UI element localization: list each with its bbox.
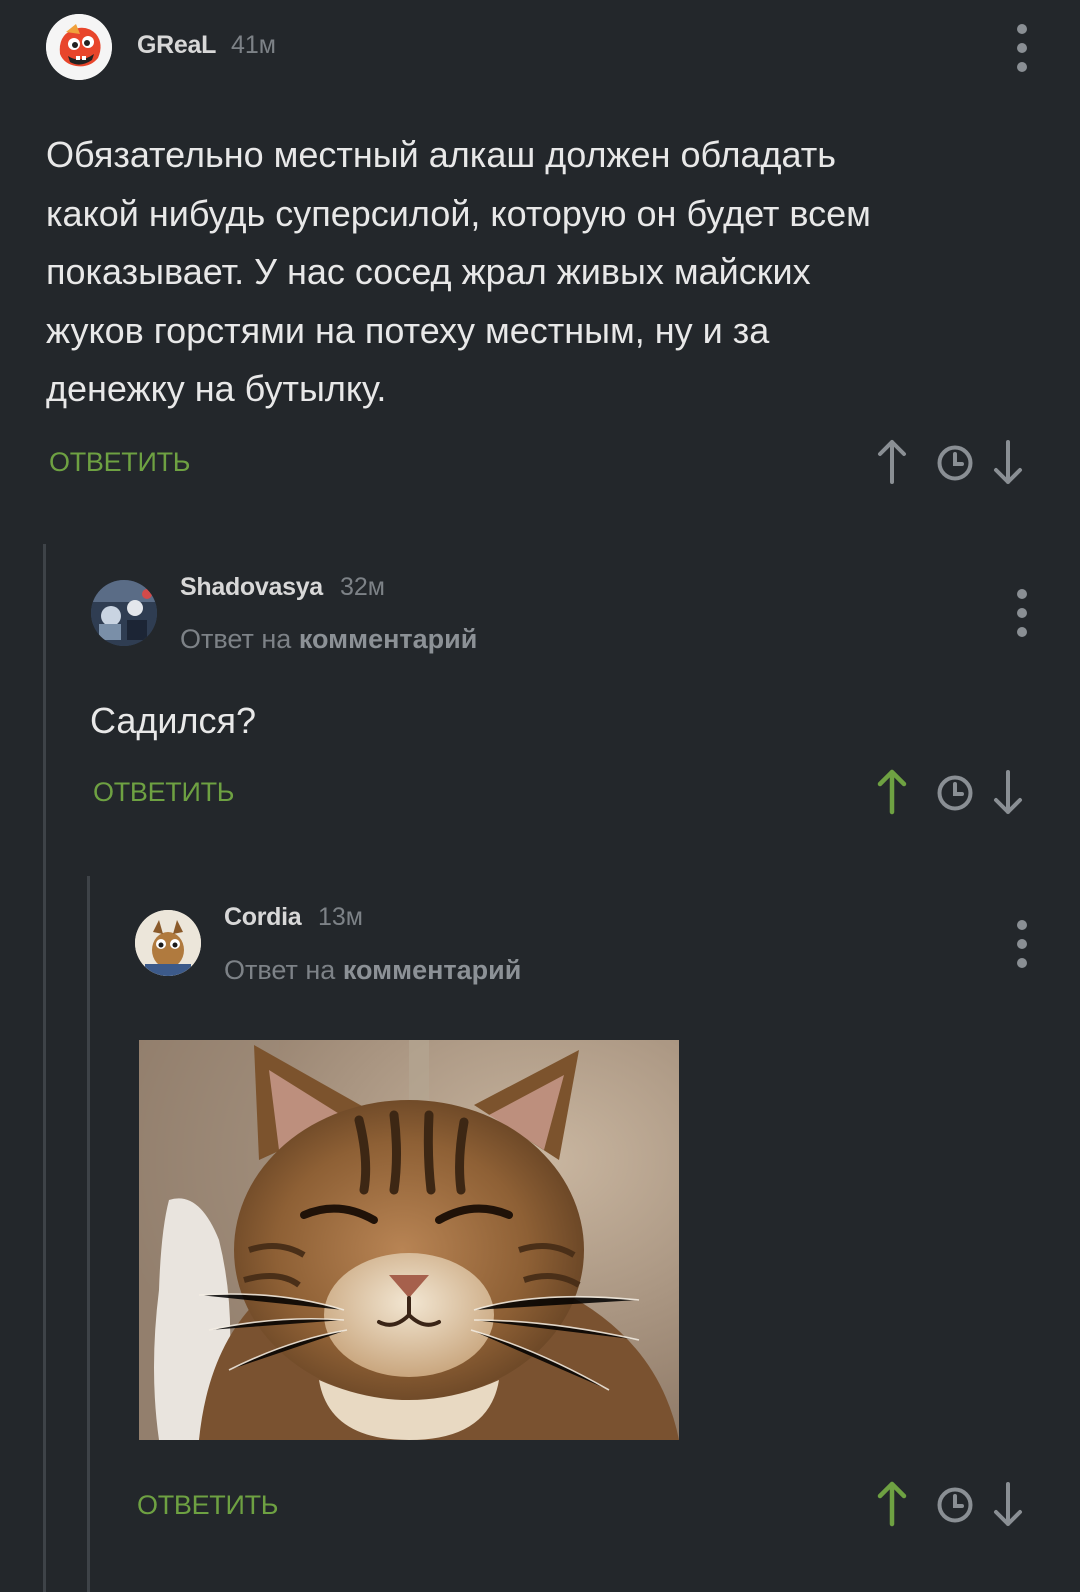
reply-button[interactable]: ОТВЕТИТЬ xyxy=(49,447,191,478)
timestamp: 32м xyxy=(340,573,385,601)
reply-to-prefix: Ответ на xyxy=(224,955,336,985)
avatar[interactable] xyxy=(135,910,201,976)
downvote-icon[interactable] xyxy=(990,768,1026,816)
reply-to-link[interactable]: комментарий xyxy=(299,624,478,654)
vote-controls xyxy=(870,768,1040,820)
comment-text-line: жуков горстями на потеху местным, ну и з… xyxy=(46,309,770,351)
reply-to-info: Ответ на комментарий xyxy=(180,624,477,655)
comment-text: Обязательно местный алкаш должен обладат… xyxy=(46,126,1036,419)
upvote-icon[interactable] xyxy=(874,1480,910,1528)
clock-icon[interactable] xyxy=(936,1486,974,1524)
comment-text-line: Обязательно местный алкаш должен обладат… xyxy=(46,134,836,175)
comment-text-line: какой нибудь суперсилой, которую он буде… xyxy=(46,192,871,234)
clock-icon[interactable] xyxy=(936,444,974,482)
reply-button[interactable]: ОТВЕТИТЬ xyxy=(93,777,235,808)
avatar-image xyxy=(91,580,157,646)
comment-text-line: показывает. У нас сосед жрал живых майск… xyxy=(46,251,811,292)
thread-line-level-1 xyxy=(43,544,46,1592)
username[interactable]: Shadovasya xyxy=(180,573,323,602)
avatar-image xyxy=(46,14,112,80)
reply-button[interactable]: ОТВЕТИТЬ xyxy=(137,1490,279,1521)
reply-to-prefix: Ответ на xyxy=(180,624,292,654)
reply-to-info: Ответ на комментарий xyxy=(224,955,521,986)
reply-to-link[interactable]: комментарий xyxy=(343,955,522,985)
vote-controls xyxy=(870,438,1040,490)
more-options-icon[interactable] xyxy=(1007,585,1037,641)
timestamp: 13м xyxy=(318,903,363,931)
thread-line-level-2 xyxy=(87,876,90,1592)
comment-text: Садился? xyxy=(90,700,257,741)
cat-photo xyxy=(139,1040,679,1440)
upvote-icon[interactable] xyxy=(874,438,910,486)
avatar[interactable] xyxy=(91,580,157,646)
avatar-image xyxy=(135,910,201,976)
username[interactable]: GReaL xyxy=(137,31,216,60)
more-options-icon[interactable] xyxy=(1007,20,1037,76)
attached-image[interactable] xyxy=(139,1040,679,1440)
upvote-icon[interactable] xyxy=(874,768,910,816)
downvote-icon[interactable] xyxy=(990,438,1026,486)
clock-icon[interactable] xyxy=(936,774,974,812)
more-options-icon[interactable] xyxy=(1007,916,1037,972)
vote-controls xyxy=(870,1480,1040,1532)
avatar[interactable] xyxy=(46,14,112,80)
timestamp: 41м xyxy=(231,31,276,59)
comment-text-line: денежку на бутылку. xyxy=(46,368,387,409)
username[interactable]: Cordia xyxy=(224,903,302,932)
downvote-icon[interactable] xyxy=(990,1480,1026,1528)
